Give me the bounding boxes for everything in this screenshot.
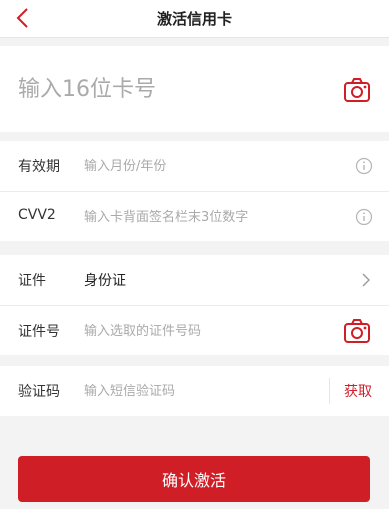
card-number-section xyxy=(0,46,389,132)
card-info-group: 有效期 CVV2 xyxy=(0,141,389,241)
id-type-label: 证件 xyxy=(18,273,46,289)
expiry-row: 有效期 xyxy=(0,141,389,191)
info-icon[interactable] xyxy=(355,157,373,175)
id-type-value: 身份证 xyxy=(84,273,126,289)
card-number-input[interactable] xyxy=(18,74,318,104)
scan-id-button[interactable] xyxy=(343,317,371,345)
camera-icon xyxy=(344,319,370,343)
verification-group: 验证码 获取 xyxy=(0,366,389,416)
camera-icon xyxy=(344,78,370,102)
get-code-button[interactable]: 获取 xyxy=(344,381,372,401)
scan-card-button[interactable] xyxy=(343,76,371,104)
id-number-input[interactable] xyxy=(84,319,304,343)
page-title: 激活信用卡 xyxy=(156,10,232,28)
confirm-activate-button[interactable]: 确认激活 xyxy=(18,456,370,502)
divider xyxy=(329,378,330,404)
header: 激活信用卡 xyxy=(0,0,389,38)
activate-card-page: 激活信用卡 有效期 CVV2 xyxy=(0,0,389,509)
verification-row: 验证码 获取 xyxy=(0,366,389,416)
verification-code-input[interactable] xyxy=(84,379,304,403)
id-info-group: 证件 身份证 证件号 xyxy=(0,255,389,355)
verification-label: 验证码 xyxy=(18,384,60,400)
id-type-row[interactable]: 证件 身份证 xyxy=(0,255,389,305)
cvv-label: CVV2 xyxy=(18,207,56,223)
expiry-label: 有效期 xyxy=(18,159,60,175)
cvv-input[interactable] xyxy=(84,205,304,229)
cvv-row: CVV2 xyxy=(0,191,389,241)
info-icon[interactable] xyxy=(355,208,373,226)
id-number-label: 证件号 xyxy=(18,324,60,340)
id-number-row: 证件号 xyxy=(0,305,389,355)
expiry-input[interactable] xyxy=(84,154,304,178)
chevron-right-icon[interactable] xyxy=(361,273,371,287)
